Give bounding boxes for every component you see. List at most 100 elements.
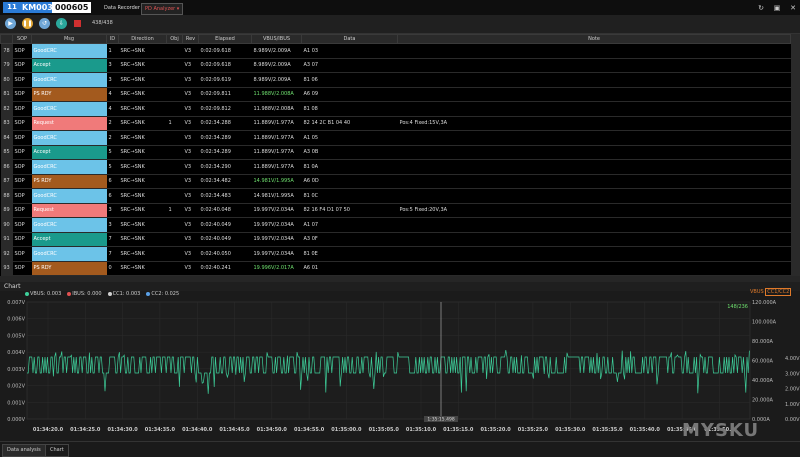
chart-plot[interactable]: 0.007V 0.006V 0.005V 0.004V 0.003V 0.002V 0.00…: [0, 298, 800, 441]
table-row[interactable]: 82 SOP GoodCRC 4 SRC→SNK V3 0:02:09.812 11.988V…: [0, 101, 791, 117]
row-index: 91: [0, 232, 13, 247]
tab-pd-analyzer[interactable]: PD Analyzer ▾: [141, 3, 184, 15]
x-tick-label: 01:35:15.0: [443, 427, 474, 433]
cc-tick-label: 3.00V: [785, 371, 800, 377]
note-cell: [397, 159, 791, 175]
cc-axis-tab[interactable]: CC1/CC2: [765, 288, 792, 296]
column-header[interactable]: Rev: [182, 34, 199, 44]
tab-data-recorder[interactable]: Data Recorder: [101, 3, 143, 13]
column-header[interactable]: [0, 34, 13, 44]
msg-cell: Accept: [31, 145, 107, 160]
y-tick-label: 0.001V: [7, 400, 25, 406]
elapsed-cell: 0:02:09.811: [198, 87, 252, 102]
refresh-icon: ↺: [41, 20, 48, 27]
tab-data-analysis[interactable]: Data analysis: [2, 444, 46, 457]
direction-cell: SRC→SNK: [118, 174, 167, 189]
table-row[interactable]: 80 SOP GoodCRC 3 SRC→SNK V3 0:02:09.619 8.989V/…: [0, 72, 791, 88]
row-index: 92: [0, 246, 13, 262]
rev-cell: V3: [182, 43, 199, 59]
note-cell: Pos:5 Fixed:20V,3A: [397, 203, 791, 218]
table-row[interactable]: 92 SOP GoodCRC 7 SRC→SNK V3 0:02:40.050 19.997V…: [0, 246, 791, 262]
history-icon[interactable]: ↻: [756, 3, 766, 13]
note-cell: [397, 87, 791, 102]
id-cell: 1: [106, 43, 119, 59]
vbus-axis-tab[interactable]: VBUS: [750, 289, 764, 295]
elapsed-cell: 0:02:40.050: [198, 246, 252, 262]
note-cell: [397, 188, 791, 204]
elapsed-cell: 0:02:09.618: [198, 58, 252, 73]
play-button[interactable]: ▶: [5, 18, 16, 29]
amp-tick-label: 20.000A: [752, 398, 773, 404]
close-icon[interactable]: ✕: [788, 3, 798, 13]
packet-count: 438/438: [92, 20, 113, 26]
rev-cell: V3: [182, 246, 199, 262]
row-index: 79: [0, 58, 13, 73]
row-index: 83: [0, 116, 13, 131]
column-header[interactable]: Obj: [166, 34, 183, 44]
elapsed-cell: 0:02:34.483: [198, 188, 252, 204]
note-cell: [397, 72, 791, 88]
data-cell: 82 16 F4 D1 07 50: [301, 203, 398, 218]
tab-chart[interactable]: Chart: [45, 444, 69, 457]
column-header[interactable]: Msg: [31, 34, 107, 44]
title-bar: 11 KM003C 000605 Data Recorder PD Analyz…: [0, 0, 800, 15]
table-row[interactable]: 90 SOP GoodCRC 3 SRC→SNK V3 0:02:40.049 19.997V…: [0, 217, 791, 233]
vbus-cell: 19.997V/2.034A: [251, 246, 302, 262]
legend-item[interactable]: CC2: 0.025: [146, 291, 179, 297]
table-row[interactable]: 93 SOP PS RDY 0 SRC→SNK V3 0:02:40.241 19.996V/…: [0, 261, 791, 276]
y-tick-label: 0.006V: [7, 317, 25, 323]
table-row[interactable]: 85 SOP Accept 5 SRC→SNK V3 0:02:34.289 11.889V/…: [0, 145, 791, 160]
id-cell: 3: [106, 203, 119, 218]
column-header[interactable]: Direction: [118, 34, 167, 44]
table-row[interactable]: 83 SOP Request 2 SRC→SNK 1 V3 0:02:34.288 11.889…: [0, 116, 791, 131]
table-scrollbar[interactable]: [791, 34, 800, 276]
table-row[interactable]: 81 SOP PS RDY 4 SRC→SNK V3 0:02:09.811 11.988V/…: [0, 87, 791, 102]
refresh-button[interactable]: ↺: [39, 18, 50, 29]
obj-cell: [166, 87, 183, 102]
column-header[interactable]: VBUS/IBUS: [251, 34, 302, 44]
export-button[interactable]: ⇩: [56, 18, 67, 29]
data-cell: 81 08: [301, 101, 398, 117]
vbus-cell: 11.889V/1.977A: [251, 145, 302, 160]
vbus-cell: 11.889V/1.977A: [251, 116, 302, 131]
msg-cell: Accept: [31, 58, 107, 73]
pause-button[interactable]: ❚❚: [22, 18, 33, 29]
table-row[interactable]: 79 SOP Accept 3 SRC→SNK V3 0:02:09.618 8.989V/2…: [0, 58, 791, 73]
rev-cell: V3: [182, 232, 199, 247]
column-header[interactable]: Note: [397, 34, 791, 44]
data-cell: A3 0B: [301, 145, 398, 160]
obj-cell: 1: [166, 203, 183, 218]
note-cell: [397, 246, 791, 262]
table-row[interactable]: 88 SOP GoodCRC 6 SRC→SNK V3 0:02:34.483 14.981V…: [0, 188, 791, 204]
vbus-cell: 14.981V/1.995A: [251, 188, 302, 204]
table-row[interactable]: 89 SOP Request 3 SRC→SNK 1 V3 0:02:40.048 19.997…: [0, 203, 791, 218]
legend-item[interactable]: VBUS: 0.003: [25, 291, 61, 297]
legend-dot-icon: [25, 291, 29, 296]
legend-item[interactable]: IBUS: 0.000: [67, 291, 102, 297]
obj-cell: [166, 43, 183, 59]
id-cell: 6: [106, 174, 119, 189]
legend-item[interactable]: CC1: 0.003: [107, 291, 140, 297]
table-row[interactable]: 86 SOP GoodCRC 5 SRC→SNK V3 0:02:34.290 11.889V…: [0, 159, 791, 175]
stop-button[interactable]: [74, 20, 81, 27]
column-header[interactable]: Elapsed: [198, 34, 252, 44]
amp-tick-label: 40.000A: [752, 378, 773, 384]
data-cell: 82 14 2C B1 04 40: [301, 116, 398, 131]
data-cell: 81 0E: [301, 246, 398, 262]
x-tick-label: 01:35:00.0: [331, 427, 362, 433]
table-row[interactable]: 87 SOP PS RDY 6 SRC→SNK V3 0:02:34.482 14.981V/…: [0, 174, 791, 189]
table-row[interactable]: 78 SOP GoodCRC 1 SRC→SNK V3 0:02:09.618 8.989V/…: [0, 43, 791, 59]
column-header[interactable]: ID: [106, 34, 119, 44]
vbus-cell: 14.981V/1.995A: [251, 174, 302, 189]
screenshot-icon[interactable]: ▣: [772, 3, 782, 13]
cursor-label: 1:35:15.498: [427, 417, 455, 423]
table-row[interactable]: 84 SOP GoodCRC 2 SRC→SNK V3 0:02:34.289 11.889V…: [0, 130, 791, 146]
column-header[interactable]: SOP: [12, 34, 32, 44]
cc-tick-label: 0.00V: [785, 417, 800, 423]
x-tick-label: 01:34:30.0: [107, 427, 138, 433]
table-row[interactable]: 91 SOP Accept 7 SRC→SNK V3 0:02:40.049 19.997V/…: [0, 232, 791, 247]
rev-cell: V3: [182, 203, 199, 218]
elapsed-cell: 0:02:40.049: [198, 232, 252, 247]
column-header[interactable]: Data: [301, 34, 398, 44]
cc-tick-label: 1.00V: [785, 402, 800, 408]
